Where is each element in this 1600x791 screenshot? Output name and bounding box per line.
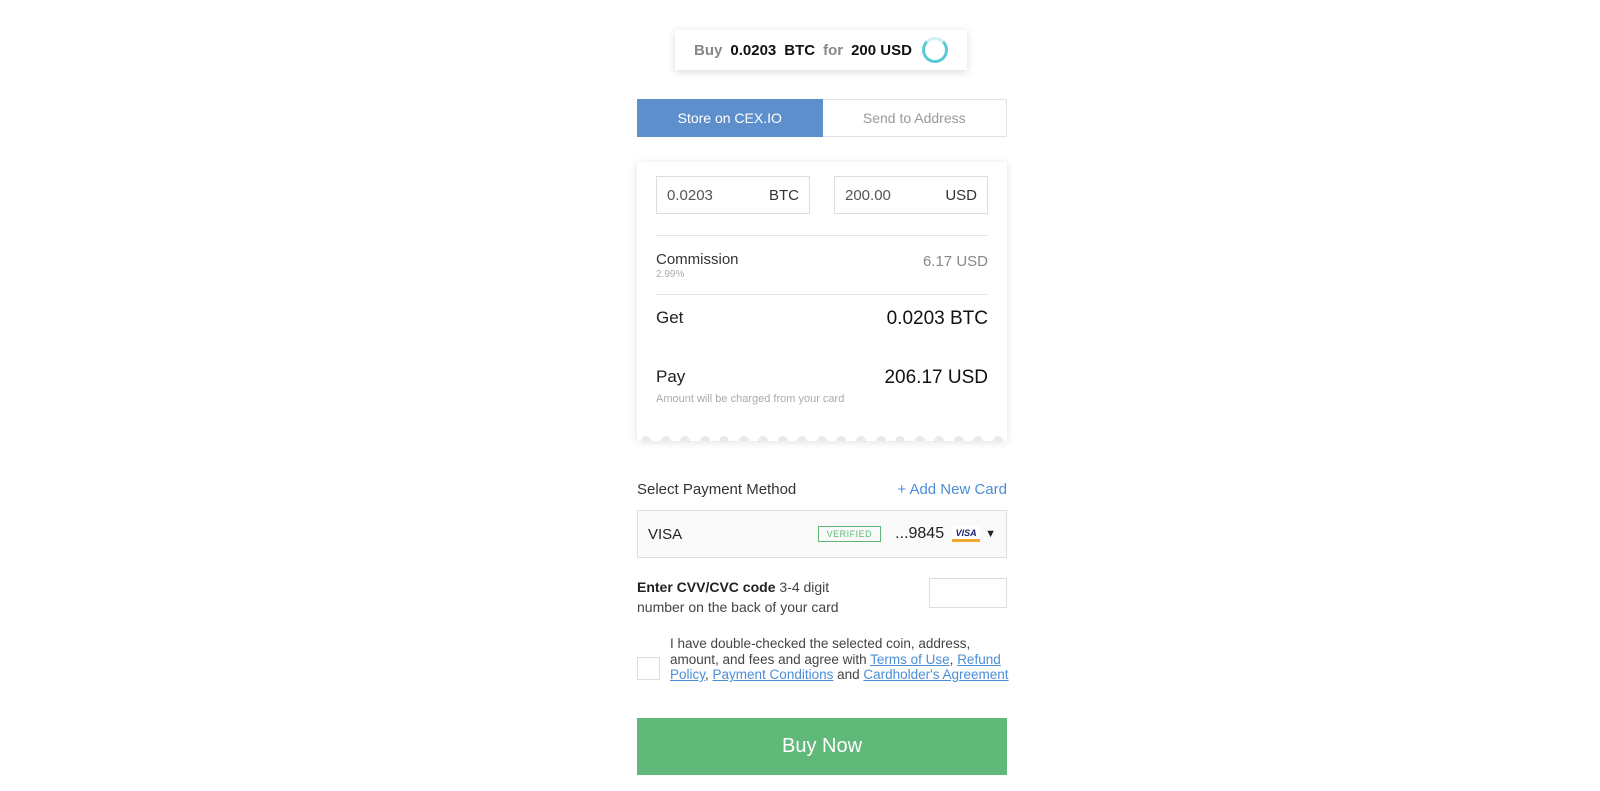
get-row: Get 0.0203 BTC (656, 308, 988, 329)
payment-method-header: Select Payment Method + Add New Card (637, 481, 1007, 498)
scallop-dot (699, 436, 710, 441)
cardholders-agreement-link[interactable]: Cardholder's Agreement (863, 667, 1008, 682)
order-calculator: 0.0203 BTC 200.00 USD Commission 2.99% 6… (637, 162, 1007, 441)
buy-now-button[interactable]: Buy Now (637, 718, 1007, 775)
agreement-text: I have double-checked the selected coin,… (670, 636, 1010, 683)
agreement-checkbox[interactable] (637, 657, 660, 680)
scallop-dot (953, 436, 964, 441)
divider (656, 294, 988, 295)
order-summary: Buy 0.0203 BTC for 200 USD (675, 30, 967, 70)
scallop-dot (719, 436, 730, 441)
pay-row: Pay 206.17 USD Amount will be charged fr… (656, 367, 988, 405)
receipt-edge (641, 436, 1003, 441)
terms-of-use-link[interactable]: Terms of Use (870, 652, 950, 667)
agreement-separator: and (833, 667, 864, 682)
scallop-dot (973, 436, 984, 441)
payment-conditions-link[interactable]: Payment Conditions (713, 667, 834, 682)
fiat-currency-label: USD (945, 186, 977, 204)
scallop-dot (895, 436, 906, 441)
scallop-dot (758, 436, 769, 441)
summary-for-label: for (823, 41, 844, 59)
cvv-label: Enter CVV/CVC code 3-4 digit number on t… (637, 577, 877, 617)
card-brand-label: VISA (648, 525, 683, 543)
commission-row: Commission 2.99% 6.17 USD (656, 251, 988, 280)
crypto-amount-value: 0.0203 (667, 186, 713, 204)
get-value: 0.0203 BTC (886, 308, 988, 329)
summary-btc-currency: BTC (784, 41, 816, 59)
scallop-dot (992, 436, 1003, 441)
tab-store-on-cexio[interactable]: Store on CEX.IO (637, 99, 823, 137)
fiat-amount-input[interactable]: 200.00 USD (834, 176, 988, 214)
cvv-input[interactable] (929, 578, 1007, 608)
pay-value: 206.17 USD (884, 367, 988, 388)
visa-logo-icon: VISA (952, 526, 981, 542)
pay-note: Amount will be charged from your card (656, 393, 845, 405)
crypto-amount-input[interactable]: 0.0203 BTC (656, 176, 810, 214)
summary-usd-amount: 200 USD (851, 41, 912, 59)
destination-tabs: Store on CEX.IO Send to Address (637, 99, 1007, 137)
card-select-dropdown[interactable]: VISA VERIFIED ...9845 VISA ▼ (637, 510, 1007, 558)
commission-percent: 2.99% (656, 269, 685, 280)
scallop-dot (914, 436, 925, 441)
amount-inputs: 0.0203 BTC 200.00 USD (656, 176, 988, 214)
summary-btc-amount: 0.0203 (730, 41, 777, 59)
commission-value: 6.17 USD (922, 253, 988, 270)
agreement-separator: , (705, 667, 713, 682)
tab-send-to-address[interactable]: Send to Address (822, 99, 1007, 137)
payment-method-title: Select Payment Method (637, 481, 797, 498)
scallop-dot (797, 436, 808, 441)
add-new-card-link[interactable]: + Add New Card (897, 481, 1007, 498)
card-last4: ...9845 (895, 525, 945, 542)
scallop-dot (641, 436, 651, 441)
divider (656, 235, 988, 236)
scallop-dot (856, 436, 867, 441)
scallop-dot (660, 436, 671, 441)
loading-spinner-icon (921, 37, 948, 63)
verified-badge: VERIFIED (817, 526, 882, 542)
scallop-dot (934, 436, 945, 441)
scallop-dot (738, 436, 749, 441)
scallop-dot (816, 436, 827, 441)
scallop-dot (875, 436, 886, 441)
summary-buy-label: Buy (694, 41, 723, 59)
scallop-dot (777, 436, 788, 441)
fiat-amount-value: 200.00 (845, 186, 891, 204)
scallop-dot (680, 436, 691, 441)
scallop-dot (836, 436, 847, 441)
chevron-down-icon: ▼ (985, 528, 996, 540)
crypto-currency-label: BTC (769, 186, 799, 204)
cvv-label-bold: Enter CVV/CVC code (637, 579, 776, 595)
